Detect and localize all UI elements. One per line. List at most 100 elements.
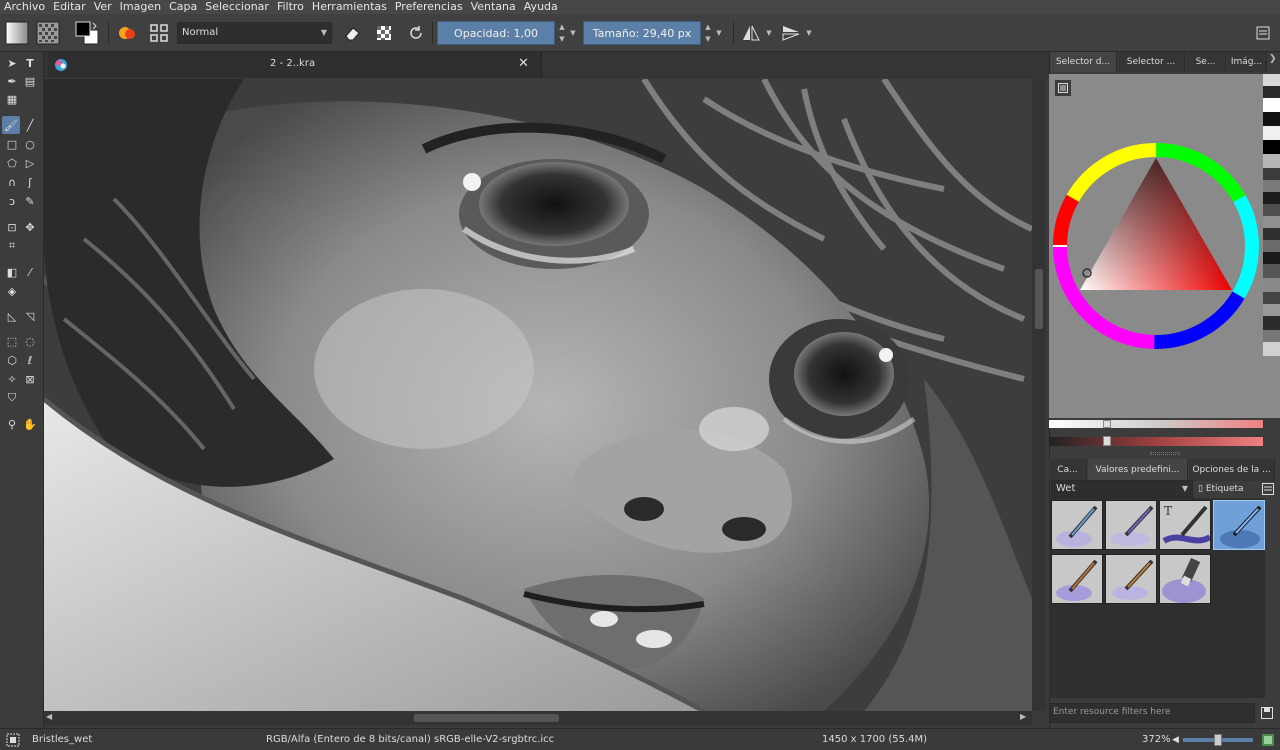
- move-tool[interactable]: ✥: [21, 218, 39, 236]
- mirror-horizontal-button[interactable]: [738, 20, 764, 46]
- close-tab-icon[interactable]: ✕: [518, 56, 529, 71]
- menu-seleccionar[interactable]: Seleccionar: [201, 0, 273, 14]
- edit-shapes-tool[interactable]: ✒: [3, 72, 21, 90]
- selector-settings-button[interactable]: [1055, 80, 1071, 96]
- saturation-slider[interactable]: [1049, 420, 1263, 428]
- gradient-button[interactable]: [4, 20, 30, 46]
- zoom-slider-handle[interactable]: [1214, 734, 1222, 746]
- menu-ventana[interactable]: Ventana: [467, 0, 520, 14]
- size-dropdown[interactable]: ▼: [714, 21, 724, 45]
- drawing-canvas[interactable]: [44, 79, 1032, 711]
- assistant-tool[interactable]: ◺: [3, 307, 21, 325]
- preserve-alpha-button[interactable]: [371, 20, 397, 46]
- scroll-left-icon[interactable]: ◀: [46, 712, 52, 721]
- mirror-h-dropdown[interactable]: ▼: [764, 21, 774, 45]
- horizontal-scroll-thumb[interactable]: [414, 714, 559, 722]
- scroll-right-icon[interactable]: ▶: [1020, 712, 1026, 721]
- polygon-tool[interactable]: ⬠: [3, 154, 21, 172]
- brush-preset-thumb[interactable]: [1105, 554, 1157, 604]
- freehand-select-tool[interactable]: ℓ: [21, 351, 39, 369]
- menu-herramientas[interactable]: Herramientas: [308, 0, 391, 14]
- crop-tool[interactable]: ⌗: [3, 237, 21, 255]
- advanced-color-selector[interactable]: [1049, 74, 1263, 446]
- brush-preset-thumb[interactable]: [1159, 554, 1211, 604]
- pattern-button[interactable]: [35, 20, 61, 46]
- dock-tabs-overflow-icon[interactable]: ❯: [1269, 54, 1277, 64]
- rectangle-tool[interactable]: □: [3, 135, 21, 153]
- brush-preset-thumb[interactable]: [1051, 554, 1103, 604]
- transform-tool[interactable]: ⊡: [3, 218, 21, 236]
- pattern-tool[interactable]: ▦: [3, 90, 21, 108]
- ellipse-tool[interactable]: ○: [21, 135, 39, 153]
- brush-preset-thumb[interactable]: T: [1159, 500, 1211, 550]
- preset-tag-select[interactable]: Wet ▼: [1051, 480, 1193, 498]
- brush-preset-thumb[interactable]: [1051, 500, 1103, 550]
- measure-tool[interactable]: ◹: [21, 307, 39, 325]
- freehand-brush-tool[interactable]: 🖌: [2, 116, 20, 134]
- blend-mode-select[interactable]: Normal ▼: [177, 22, 332, 44]
- eraser-mode-button[interactable]: [339, 20, 365, 46]
- dock-splitter[interactable]: [1150, 452, 1180, 455]
- tab-images[interactable]: Imág...: [1227, 52, 1267, 72]
- bezier-tool[interactable]: ∩: [3, 173, 21, 191]
- vertical-scroll-thumb[interactable]: [1035, 269, 1043, 329]
- size-slider[interactable]: Tamaño: 29,40 px: [583, 21, 701, 45]
- mirror-v-dropdown[interactable]: ▼: [804, 21, 814, 45]
- selection-mode-icon[interactable]: [6, 733, 20, 747]
- color-picker-tool[interactable]: ⁄: [21, 263, 39, 281]
- menu-editar[interactable]: Editar: [49, 0, 90, 14]
- similar-select-tool[interactable]: ⊠: [21, 370, 39, 388]
- menu-filtro[interactable]: Filtro: [273, 0, 308, 14]
- menu-ver[interactable]: Ver: [90, 0, 116, 14]
- select-shapes-tool[interactable]: ➤: [3, 54, 21, 72]
- opacity-dropdown[interactable]: ▼: [568, 21, 578, 45]
- rect-select-tool[interactable]: ⬚: [3, 332, 21, 350]
- ellipse-select-tool[interactable]: ◌: [21, 332, 39, 350]
- reload-preset-button[interactable]: [403, 20, 429, 46]
- gradient-tool[interactable]: ◧: [3, 263, 21, 281]
- horizontal-scrollbar[interactable]: ◀ ▶: [44, 711, 1032, 725]
- brush-preset-thumb[interactable]: [1105, 500, 1157, 550]
- document-tab[interactable]: 2 - 2..kra ✕: [48, 52, 542, 78]
- pan-tool[interactable]: ✋: [21, 415, 39, 433]
- menu-ayuda[interactable]: Ayuda: [520, 0, 562, 14]
- opacity-spinner[interactable]: ▲ ▼: [557, 21, 567, 45]
- menu-preferencias[interactable]: Preferencias: [391, 0, 467, 14]
- tab-tool-options[interactable]: Opciones de la ...: [1189, 459, 1275, 481]
- multibrush-tool[interactable]: ✎: [21, 192, 39, 210]
- brush-preset-thumb-selected[interactable]: [1213, 500, 1265, 550]
- freehand-path-tool[interactable]: ʃ: [21, 173, 39, 191]
- text-tool[interactable]: T: [21, 54, 39, 72]
- menu-imagen[interactable]: Imagen: [116, 0, 165, 14]
- zoom-out-icon[interactable]: ◀: [1172, 729, 1179, 750]
- tag-button[interactable]: ▯ Etiqueta: [1198, 480, 1256, 498]
- dynamic-brush-tool[interactable]: ↄ: [3, 192, 21, 210]
- fg-bg-colors-button[interactable]: [74, 20, 100, 46]
- preset-view-options-button[interactable]: [1259, 480, 1277, 498]
- saturation-slider-handle[interactable]: [1103, 420, 1111, 428]
- menu-capa[interactable]: Capa: [165, 0, 201, 14]
- vertical-scrollbar[interactable]: [1032, 79, 1046, 711]
- color-space-icon[interactable]: [1261, 733, 1275, 747]
- value-slider[interactable]: [1049, 437, 1263, 446]
- line-tool[interactable]: ╱: [21, 116, 39, 134]
- size-spinner[interactable]: ▲ ▼: [703, 21, 713, 45]
- recent-colors-strip[interactable]: [1263, 74, 1280, 418]
- polyline-tool[interactable]: ▷: [21, 154, 39, 172]
- toolbar-menu-button[interactable]: [1250, 20, 1276, 46]
- opacity-slider[interactable]: Opacidad: 1,00: [437, 21, 555, 45]
- tab-color-selector[interactable]: Selector ...: [1118, 52, 1185, 72]
- hue-ring-triangle[interactable]: [1049, 134, 1263, 358]
- bezier-select-tool[interactable]: ⛉: [3, 389, 21, 407]
- zoom-tool[interactable]: ⚲: [3, 415, 21, 433]
- save-filter-button[interactable]: [1258, 705, 1276, 721]
- calligraphy-tool[interactable]: ▤: [21, 72, 39, 90]
- tab-brush-presets[interactable]: Valores predefini...: [1088, 459, 1188, 481]
- menu-archivo[interactable]: Archivo: [0, 0, 49, 14]
- polygon-select-tool[interactable]: ⬡: [3, 351, 21, 369]
- fill-tool[interactable]: ◈: [3, 282, 21, 300]
- mirror-vertical-button[interactable]: [778, 20, 804, 46]
- resource-filter-input[interactable]: Enter resource filters here: [1049, 703, 1255, 723]
- tab-advanced-color-selector[interactable]: Selector d...: [1050, 52, 1117, 72]
- brush-presets-button[interactable]: [114, 20, 140, 46]
